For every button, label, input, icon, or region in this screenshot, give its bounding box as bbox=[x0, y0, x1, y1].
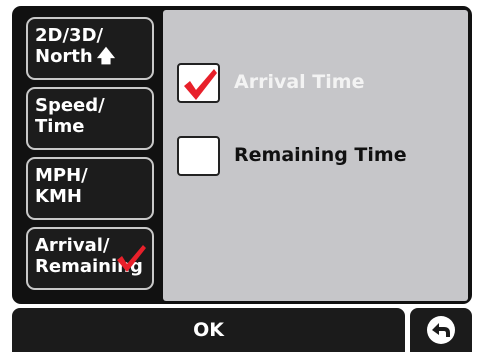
sidebar-item-speed-time[interactable]: Speed/ Time bbox=[26, 87, 154, 150]
sidebar-item-label: MPH/ bbox=[35, 165, 88, 186]
sidebar-item-label: 2D/3D/ bbox=[35, 25, 104, 46]
selected-check-icon bbox=[117, 245, 146, 272]
ok-button[interactable]: OK bbox=[12, 308, 405, 352]
sidebar-item-view-mode[interactable]: 2D/3D/ North 🡅 bbox=[26, 17, 154, 80]
sidebar-item-arrival-remaining[interactable]: Arrival/ Remaining bbox=[26, 227, 154, 290]
option-label: Remaining Time bbox=[234, 144, 407, 166]
back-arrow-icon bbox=[427, 316, 455, 344]
sidebar-item-label: Time bbox=[35, 116, 85, 137]
north-arrow-icon: 🡅 bbox=[96, 46, 116, 67]
sidebar-item-label: Speed/ bbox=[35, 95, 105, 116]
checkmark-icon bbox=[184, 69, 217, 100]
back-button[interactable] bbox=[410, 308, 472, 352]
sidebar-item-label: North bbox=[35, 46, 93, 67]
sidebar-item-label: KMH bbox=[35, 186, 82, 207]
arrival-time-checkbox[interactable] bbox=[177, 63, 220, 103]
sidebar-item-units[interactable]: MPH/ KMH bbox=[26, 157, 154, 220]
remaining-time-checkbox[interactable] bbox=[177, 136, 220, 176]
option-label: Arrival Time bbox=[234, 71, 365, 93]
